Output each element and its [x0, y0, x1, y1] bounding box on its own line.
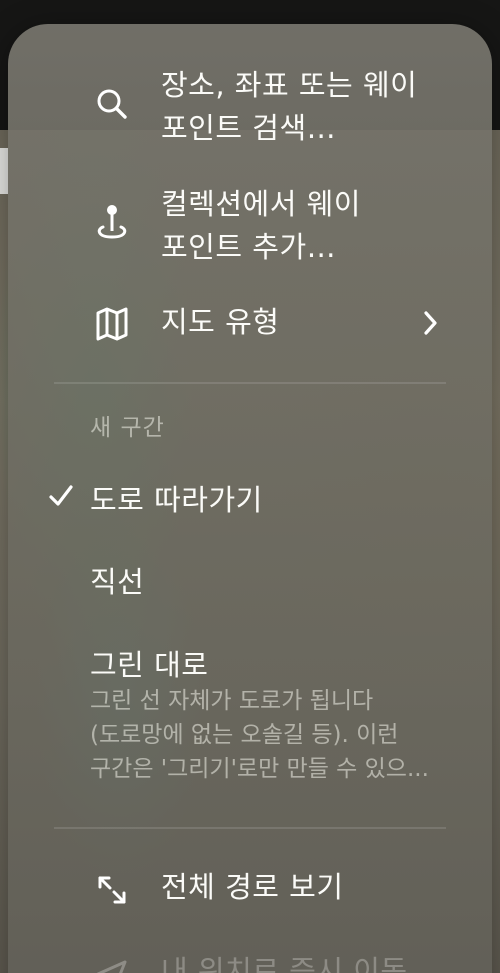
- straight-line-option[interactable]: 직선: [90, 559, 144, 601]
- go-to-my-location-label: 내 위치로 즉시 이동: [161, 954, 408, 973]
- location-arrow-icon: [92, 956, 132, 973]
- search-icon: [92, 84, 132, 124]
- follow-roads-option[interactable]: 도로 따라가기: [90, 477, 263, 519]
- checkmark-icon: [48, 483, 74, 509]
- context-menu: 장소, 좌표 또는 웨이 포인트 검색… 컬렉션에서 웨이 포인트 추가… 지도…: [8, 24, 492, 973]
- add-waypoint-label: 컬렉션에서 웨이 포인트 추가…: [161, 187, 361, 264]
- description-line: 구간은 '그리기'로만 만들 수 있으...: [90, 756, 429, 782]
- description-line: (도로망에 없는 오솔길 등). 이런: [90, 722, 399, 748]
- map-pin-icon: [92, 201, 132, 241]
- as-drawn-option[interactable]: 그린 대로: [90, 642, 208, 684]
- search-places-item[interactable]: 장소, 좌표 또는 웨이 포인트 검색…: [8, 60, 492, 152]
- expand-arrows-icon: [92, 870, 132, 910]
- menu-divider: [54, 827, 446, 829]
- description-line: 그린 선 자체가 도로가 됩니다: [90, 688, 374, 714]
- show-full-route-item[interactable]: 전체 경로 보기: [8, 864, 492, 916]
- new-segment-header: 새 구간: [90, 415, 165, 441]
- search-places-label: 장소, 좌표 또는 웨이 포인트 검색…: [161, 68, 418, 145]
- map-type-label: 지도 유형: [161, 305, 280, 339]
- show-full-route-label: 전체 경로 보기: [161, 870, 344, 904]
- as-drawn-description: 그린 선 자체가 도로가 됩니다 (도로망에 없는 오솔길 등). 이런 구간은…: [90, 684, 440, 786]
- background-chip: [0, 148, 8, 194]
- go-to-my-location-item[interactable]: 내 위치로 즉시 이동: [8, 942, 492, 973]
- map-icon: [92, 304, 132, 344]
- menu-divider: [54, 382, 446, 384]
- add-waypoint-item[interactable]: 컬렉션에서 웨이 포인트 추가…: [8, 181, 492, 273]
- map-type-item[interactable]: 지도 유형: [8, 298, 492, 350]
- chevron-right-icon: [420, 308, 442, 342]
